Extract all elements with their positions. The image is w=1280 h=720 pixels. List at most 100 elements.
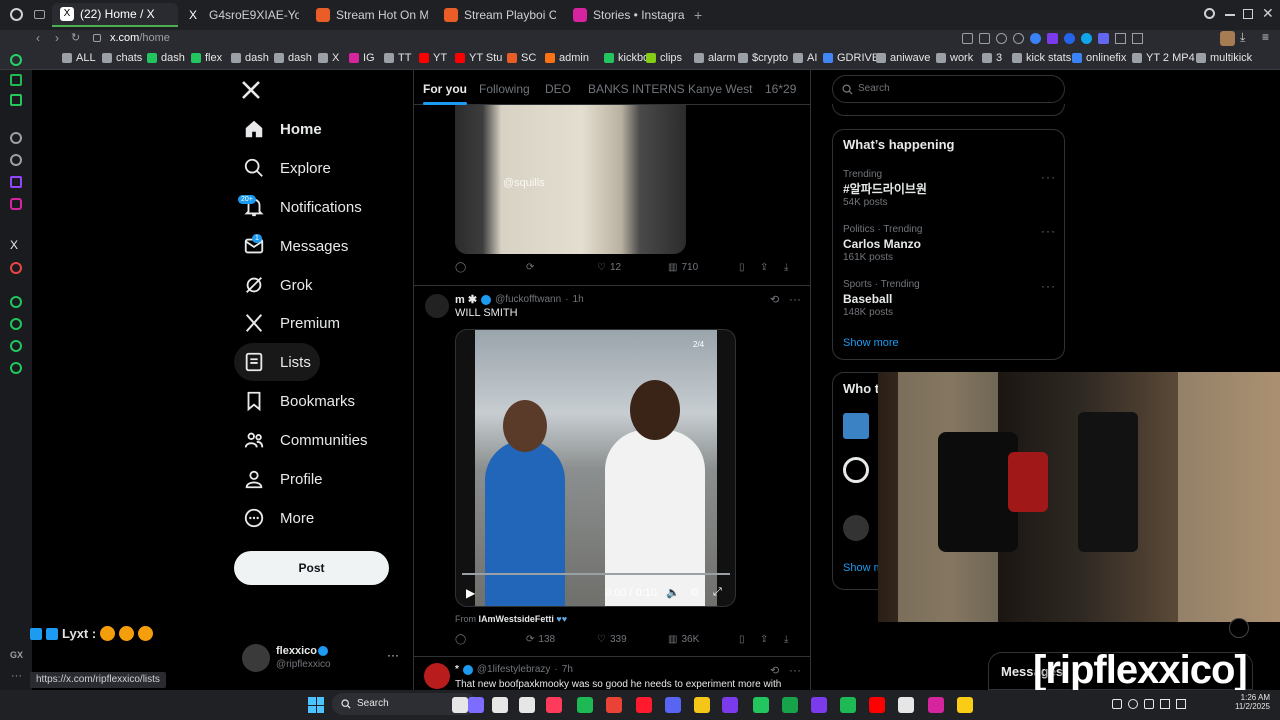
sidebar-record-icon[interactable] — [10, 262, 22, 274]
profile-avatar-icon[interactable] — [1220, 31, 1235, 46]
sidebar-gx-icon[interactable]: GX — [10, 650, 23, 660]
bookmark-item[interactable]: dash — [231, 52, 269, 64]
taskbar-app-icon[interactable] — [546, 697, 562, 713]
sidebar-app-icon[interactable] — [10, 94, 22, 106]
nav-grok[interactable]: Grok — [234, 266, 322, 304]
taskbar-app-icon[interactable] — [452, 697, 468, 713]
reply-icon[interactable]: ◯ — [455, 262, 466, 273]
download-tweet-icon[interactable]: ⤓ — [784, 262, 788, 273]
tab-kanye-west[interactable]: Kanye West — [688, 82, 752, 96]
show-more-link[interactable]: Show more — [843, 337, 899, 349]
taskbar-app-icon[interactable] — [928, 697, 944, 713]
back-icon[interactable]: ‹ — [36, 31, 40, 45]
opera-logo-icon[interactable] — [10, 8, 23, 21]
menu-icon[interactable]: ≡ — [1262, 30, 1269, 44]
forward-icon[interactable]: › — [55, 31, 59, 45]
tweet2-more-icon[interactable]: ··· — [789, 292, 801, 306]
bookmark-item[interactable]: X — [318, 52, 339, 64]
reply-icon[interactable]: ◯ — [455, 634, 466, 645]
share-icon[interactable]: ⇪ — [760, 262, 768, 273]
tweet1-media[interactable]: @squills — [455, 105, 686, 254]
tab-deo[interactable]: DEO — [545, 82, 571, 96]
bookmark-item[interactable]: IG — [349, 52, 375, 64]
sidebar-instagram-icon[interactable] — [10, 198, 22, 210]
bookmark-item[interactable]: GDRIVE — [823, 52, 879, 64]
trend-topic[interactable]: Baseball — [843, 292, 892, 306]
bookmark-item[interactable]: 3 — [982, 52, 1002, 64]
taskbar-clock[interactable]: 1:26 AM 11/2/2025 — [1222, 693, 1270, 711]
taskbar-app-icon[interactable] — [869, 697, 885, 713]
taskbar-app-icon[interactable] — [811, 697, 827, 713]
tray-icons[interactable] — [1112, 699, 1216, 711]
sidebar-spotify-icon[interactable] — [10, 74, 22, 86]
account-switcher[interactable]: flexxico @ripflexxico ··· — [240, 642, 405, 676]
x-logo-icon[interactable] — [241, 80, 261, 100]
bookmark-item[interactable]: aniwave — [876, 52, 930, 64]
sidebar-more-icon[interactable]: ··· — [11, 670, 22, 682]
bookmark-item[interactable]: $crypto — [738, 52, 788, 64]
extension-icons[interactable] — [962, 33, 1212, 45]
bookmark-item[interactable]: alarm — [694, 52, 736, 64]
trend-more-icon[interactable]: ··· — [1041, 279, 1056, 293]
bookmark-item[interactable]: clips — [646, 52, 682, 64]
taskbar-app-icon[interactable] — [840, 697, 856, 713]
share-icon[interactable]: ⇪ — [760, 634, 768, 645]
bookmark-item[interactable]: work — [936, 52, 973, 64]
trend-more-icon[interactable]: ··· — [1041, 170, 1056, 184]
bookmark-item[interactable]: kick stats — [1012, 52, 1071, 64]
tweet2-video[interactable]: 2/4 ▶ 0:00 / 0:10 🔈 ⚙ ⤢ — [455, 329, 736, 607]
tab-soundcloud-1[interactable]: Stream Hot On My Block — [308, 3, 428, 27]
nav-bookmarks[interactable]: Bookmarks — [234, 382, 364, 420]
taskbar-app-icon[interactable] — [577, 697, 593, 713]
views-button[interactable]: ▥ 710 — [668, 262, 698, 273]
play-icon[interactable]: ▶ — [466, 586, 475, 600]
tab-16-29[interactable]: 16*29 — [765, 82, 796, 96]
taskbar-app-icon[interactable] — [957, 697, 973, 713]
bookmark-item[interactable]: SC — [507, 52, 536, 64]
bookmark-item[interactable]: dash — [147, 52, 185, 64]
tab-overview-icon[interactable] — [34, 10, 45, 19]
nav-explore[interactable]: Explore — [234, 149, 340, 187]
bookmark-item[interactable]: dash — [274, 52, 312, 64]
taskbar-app-icon[interactable] — [468, 697, 484, 713]
bookmark-item[interactable]: multikick — [1196, 52, 1252, 64]
sidebar-ai-icon[interactable] — [10, 132, 22, 144]
bookmark-item[interactable]: kickbot — [604, 52, 652, 64]
nav-more[interactable]: More — [234, 499, 323, 537]
sidebar-settings-icon[interactable] — [10, 362, 22, 374]
grok-floating-icon[interactable] — [1229, 618, 1249, 638]
views-button[interactable]: ▥ 36K — [668, 634, 699, 645]
sidebar-history-icon[interactable] — [10, 318, 22, 330]
bookmark-item[interactable]: YT Stu — [455, 52, 502, 64]
sidebar-x-icon[interactable]: X — [10, 238, 18, 252]
tweet2-handle[interactable]: @fuckofftwann — [495, 294, 561, 305]
bookmark-tweet-icon[interactable]: ▯ — [739, 262, 745, 273]
trend-topic[interactable]: Carlos Manzo — [843, 237, 921, 251]
close-window-icon[interactable]: ✕ — [1262, 5, 1274, 22]
source-user-link[interactable]: IAmWestsideFetti — [479, 614, 554, 624]
account-more-icon[interactable]: ··· — [387, 648, 399, 662]
like-button[interactable]: ♡ 12 — [597, 262, 621, 273]
nav-profile[interactable]: Profile — [234, 460, 332, 498]
retweet-icon[interactable]: ⟳ — [526, 262, 534, 273]
tab-for-you[interactable]: For you — [423, 82, 467, 96]
sidebar-chatgpt-icon[interactable] — [10, 154, 22, 166]
taskbar-app-icon[interactable] — [665, 697, 681, 713]
bookmark-item[interactable]: YT 2 MP4 — [1132, 52, 1195, 64]
bookmark-item[interactable]: YT — [419, 52, 447, 64]
reload-icon[interactable]: ↻ — [71, 31, 80, 44]
download-icon[interactable]: ⤓ — [1240, 30, 1245, 45]
start-button[interactable] — [308, 697, 324, 713]
sidebar-whatsapp-icon[interactable] — [10, 54, 22, 66]
fullscreen-icon[interactable]: ⤢ — [713, 586, 722, 599]
nav-messages[interactable]: Messages — [234, 227, 357, 265]
taskbar-app-icon[interactable] — [606, 697, 622, 713]
tweet3-time[interactable]: 7h — [562, 664, 573, 675]
nav-lists[interactable]: Lists — [234, 343, 320, 381]
taskbar-app-icon[interactable] — [492, 697, 508, 713]
post-button[interactable]: Post — [234, 551, 389, 585]
sidebar-player-icon[interactable] — [10, 296, 22, 308]
follow-avatar[interactable] — [843, 457, 869, 483]
download-tweet-icon[interactable]: ⤓ — [784, 634, 788, 645]
taskbar-app-icon[interactable] — [782, 697, 798, 713]
